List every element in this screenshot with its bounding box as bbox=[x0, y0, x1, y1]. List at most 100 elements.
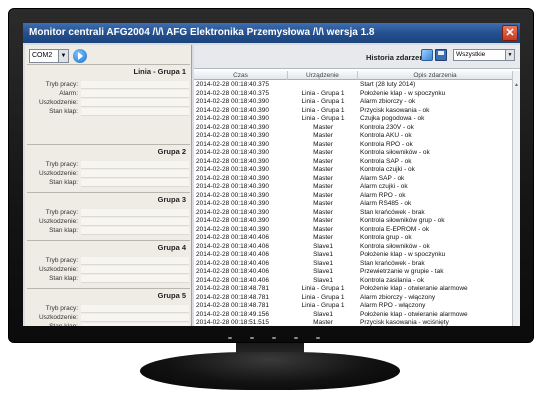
close-button[interactable]: ✕ bbox=[502, 25, 518, 41]
table-row[interactable]: 2014-02-28 00:18:40.390 Master Kontrola 23… bbox=[194, 124, 512, 132]
group-title: Grupa 3 bbox=[157, 195, 186, 204]
table-row[interactable]: 2014-02-28 00:18:40.390 Master Kontrola si… bbox=[194, 217, 512, 225]
event-device: Slave1 bbox=[313, 268, 333, 275]
event-time: 2014-02-28 00:18:40.390 bbox=[196, 200, 270, 207]
table-row[interactable]: 2014-02-28 00:18:49.156 Slave1 Położenie k… bbox=[194, 311, 512, 319]
event-device: Master bbox=[313, 217, 333, 224]
event-time: 2014-02-28 00:18:40.390 bbox=[196, 132, 270, 139]
status-field-label: Stan klap: bbox=[49, 179, 78, 186]
table-row[interactable]: 2014-02-28 00:18:40.390 Linia - Grupa 1 Al… bbox=[194, 98, 512, 106]
event-time: 2014-02-28 00:18:49.156 bbox=[196, 310, 270, 318]
table-row[interactable]: 2014-02-28 00:18:40.390 Master Kontrola AK… bbox=[194, 132, 512, 140]
table-scrollbar[interactable]: ▲ bbox=[512, 71, 520, 326]
event-filter-value: Wszystkie bbox=[456, 51, 486, 58]
event-filter-select[interactable]: Wszystkie ▼ bbox=[453, 49, 515, 61]
event-description: Alarm RS485 - ok bbox=[360, 200, 412, 207]
event-description: Kontrola czujki - ok bbox=[360, 166, 415, 173]
event-time: 2014-02-28 00:18:51.515 bbox=[196, 319, 270, 326]
event-description: Alarm SAP - ok bbox=[360, 174, 405, 182]
table-row[interactable]: 2014-02-28 00:18:40.390 Linia - Grupa 1 Cz… bbox=[194, 115, 512, 123]
column-header-description[interactable]: Opis zdarzenia bbox=[358, 71, 512, 80]
event-device: Master bbox=[313, 234, 333, 241]
com-port-select[interactable]: COM2 ▼ bbox=[29, 49, 69, 63]
event-time: 2014-02-28 00:18:40.390 bbox=[196, 217, 270, 224]
table-row[interactable]: 2014-02-28 00:18:40.375 Start (28 luty 20… bbox=[194, 81, 512, 89]
table-row[interactable]: 2014-02-28 00:18:48.781 Linia - Grupa 1 Al… bbox=[194, 302, 512, 310]
event-time: 2014-02-28 00:18:40.406 bbox=[196, 242, 270, 250]
event-device: Linia - Grupa 1 bbox=[301, 285, 345, 292]
event-time: 2014-02-28 00:18:48.781 bbox=[196, 293, 270, 301]
table-row[interactable]: 2014-02-28 00:18:40.390 Master Kontrola SA… bbox=[194, 158, 512, 166]
event-time: 2014-02-28 00:18:40.390 bbox=[196, 149, 270, 156]
table-row[interactable]: 2014-02-28 00:18:40.406 Slave1 Kontrola si… bbox=[194, 243, 512, 251]
group-divider bbox=[27, 144, 190, 145]
table-row[interactable]: 2014-02-28 00:18:40.390 Master Kontrola E-… bbox=[194, 226, 512, 234]
column-header-time[interactable]: Czas bbox=[194, 71, 288, 80]
status-field-label: Stan klap: bbox=[49, 323, 78, 326]
table-row[interactable]: 2014-02-28 00:18:40.390 Master Kontrola si… bbox=[194, 149, 512, 157]
status-field-value bbox=[81, 170, 189, 178]
scroll-up-icon[interactable]: ▲ bbox=[513, 81, 520, 89]
status-field-label: Tryb pracy: bbox=[45, 257, 78, 264]
history-icon[interactable] bbox=[421, 49, 433, 61]
table-row[interactable]: 2014-02-28 00:18:48.781 Linia - Grupa 1 Al… bbox=[194, 294, 512, 302]
table-row[interactable]: 2014-02-28 00:18:40.390 Master Alarm RS485… bbox=[194, 200, 512, 208]
event-description: Stan krańcówek - brak bbox=[360, 259, 425, 267]
status-panel: COM2 ▼ Linia - Grupa 1 Tryb pracy: Alarm: U… bbox=[25, 45, 192, 326]
event-device: Master bbox=[313, 149, 333, 156]
table-row[interactable]: 2014-02-28 00:18:40.390 Master Kontrola cz… bbox=[194, 166, 512, 174]
column-header-device[interactable]: Urządzenie bbox=[288, 71, 358, 80]
event-time: 2014-02-28 00:18:40.406 bbox=[196, 268, 270, 275]
event-time: 2014-02-28 00:18:40.390 bbox=[196, 225, 270, 233]
status-field-value bbox=[81, 305, 189, 313]
event-description: Położenie klap - otwieranie alarmowe bbox=[360, 285, 468, 292]
status-field-value bbox=[81, 266, 189, 274]
event-time: 2014-02-28 00:18:40.390 bbox=[196, 183, 270, 190]
event-time: 2014-02-28 00:18:40.390 bbox=[196, 157, 270, 165]
table-row[interactable]: 2014-02-28 00:18:40.406 Slave1 Położenie k… bbox=[194, 251, 512, 259]
table-row[interactable]: 2014-02-28 00:18:40.390 Linia - Grupa 1 Pr… bbox=[194, 107, 512, 115]
event-device: Linia - Grupa 1 bbox=[301, 89, 345, 97]
status-field-label: Stan klap: bbox=[49, 227, 78, 234]
save-icon[interactable] bbox=[435, 49, 447, 61]
event-time: 2014-02-28 00:18:40.390 bbox=[196, 208, 270, 216]
event-device: Linia - Grupa 1 bbox=[301, 293, 345, 301]
status-field-label: Uszkodzenie: bbox=[38, 218, 78, 225]
status-field-value bbox=[81, 218, 189, 226]
table-row[interactable]: 2014-02-28 00:18:40.390 Master Stan krańcó… bbox=[194, 209, 512, 217]
table-row[interactable]: 2014-02-28 00:18:40.406 Slave1 Przewietrza… bbox=[194, 268, 512, 276]
status-field-label: Uszkodzenie: bbox=[38, 314, 78, 321]
table-row[interactable]: 2014-02-28 00:18:40.390 Master Alarm czujk… bbox=[194, 183, 512, 191]
status-field-value bbox=[81, 209, 189, 217]
event-device: Linia - Grupa 1 bbox=[301, 302, 345, 309]
status-field-label: Tryb pracy: bbox=[45, 305, 78, 312]
connect-play-icon[interactable] bbox=[73, 49, 87, 63]
event-description: Kontrola siłowników grup - ok bbox=[360, 217, 445, 224]
group-title: Grupa 2 bbox=[157, 147, 186, 156]
event-time: 2014-02-28 00:18:40.406 bbox=[196, 276, 270, 284]
table-row[interactable]: 2014-02-28 00:18:40.390 Master Kontrola RP… bbox=[194, 141, 512, 149]
table-row[interactable]: 2014-02-28 00:18:40.375 Linia - Grupa 1 Po… bbox=[194, 90, 512, 98]
status-field-label: Uszkodzenie: bbox=[38, 99, 78, 106]
table-row[interactable]: 2014-02-28 00:18:48.781 Linia - Grupa 1 Po… bbox=[194, 285, 512, 293]
table-row[interactable]: 2014-02-28 00:18:51.515 Master Przycisk ka… bbox=[194, 319, 512, 326]
history-label: Historia zdarzeń : bbox=[366, 53, 429, 62]
table-row[interactable]: 2014-02-28 00:18:40.406 Slave1 Kontrola za… bbox=[194, 277, 512, 285]
event-device: Master bbox=[313, 191, 333, 199]
event-description: Przycisk kasowania - wciśnięty bbox=[360, 319, 449, 326]
event-time: 2014-02-28 00:18:40.390 bbox=[196, 191, 270, 199]
event-time: 2014-02-28 00:18:40.390 bbox=[196, 106, 270, 114]
status-field-label: Stan klap: bbox=[49, 275, 78, 282]
event-device: Slave1 bbox=[313, 259, 333, 267]
table-row[interactable]: 2014-02-28 00:18:40.406 Master Kontrola gr… bbox=[194, 234, 512, 242]
table-row[interactable]: 2014-02-28 00:18:40.406 Slave1 Stan krańcó… bbox=[194, 260, 512, 268]
group-title: Grupa 5 bbox=[157, 291, 186, 300]
event-time: 2014-02-28 00:18:40.406 bbox=[196, 234, 270, 241]
event-time: 2014-02-28 00:18:48.781 bbox=[196, 285, 270, 292]
table-row[interactable]: 2014-02-28 00:18:40.390 Master Alarm SAP -… bbox=[194, 175, 512, 183]
event-device: Master bbox=[313, 132, 333, 139]
status-field-value bbox=[81, 161, 189, 169]
status-field-label: Uszkodzenie: bbox=[38, 170, 78, 177]
status-field-label: Uszkodzenie: bbox=[38, 266, 78, 273]
table-row[interactable]: 2014-02-28 00:18:40.390 Master Alarm RPO -… bbox=[194, 192, 512, 200]
